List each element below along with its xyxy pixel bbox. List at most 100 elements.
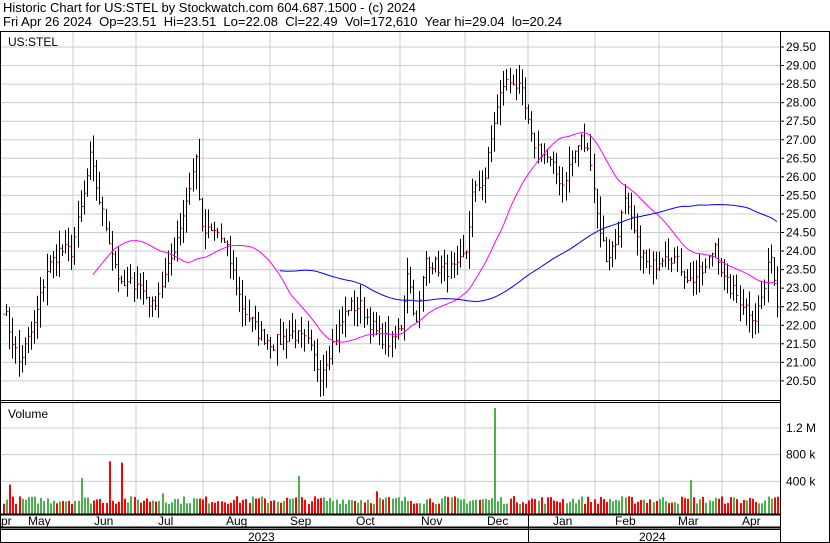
volume-bar bbox=[575, 503, 577, 514]
volume-bar bbox=[628, 496, 630, 514]
volume-bar bbox=[727, 502, 729, 514]
volume-bar bbox=[510, 498, 512, 514]
volume-bar bbox=[566, 503, 568, 514]
volume-bar bbox=[255, 498, 257, 514]
month-label: Apr bbox=[742, 514, 761, 528]
volume-bar bbox=[373, 503, 375, 514]
volume-bar bbox=[693, 497, 695, 514]
volume-bar bbox=[22, 498, 24, 514]
volume-bar bbox=[423, 503, 425, 514]
volume-bar bbox=[395, 498, 397, 514]
volume-bar bbox=[671, 502, 673, 514]
volume-bar bbox=[581, 496, 583, 514]
volume-bar bbox=[37, 503, 39, 514]
price-chart: 29.50 29.00 28.50 28.00 27.50 27.00 26.50 26.00… bbox=[0, 31, 830, 543]
month-label: Mar bbox=[678, 514, 699, 528]
month-label: May bbox=[28, 514, 51, 528]
volume-bar bbox=[665, 501, 667, 514]
volume-bar bbox=[637, 501, 639, 514]
volume-bar bbox=[749, 498, 751, 514]
volume-bar bbox=[180, 503, 182, 514]
volume-bar bbox=[382, 499, 384, 514]
price-tick-label: 23.00 bbox=[786, 281, 816, 295]
volume-bar bbox=[603, 499, 605, 514]
price-tick-label: 22.50 bbox=[786, 300, 816, 314]
volume-bar bbox=[634, 503, 636, 514]
volume-bar bbox=[224, 502, 226, 514]
month-label: Jan bbox=[553, 514, 572, 528]
volume-bar bbox=[43, 501, 45, 514]
volume-bar bbox=[416, 503, 418, 514]
volume-bar bbox=[690, 480, 692, 514]
volume-bar bbox=[516, 502, 518, 514]
chart-window: Historic Chart for US:STEL by Stockwatch… bbox=[0, 0, 830, 543]
volume-bar bbox=[491, 498, 493, 514]
volume-bar bbox=[528, 500, 530, 514]
volume-bar bbox=[761, 503, 763, 514]
month-label: Oct bbox=[356, 514, 375, 528]
volume-bar bbox=[497, 501, 499, 514]
volume-bar bbox=[149, 501, 151, 514]
volume-bar bbox=[155, 501, 157, 514]
volume-bar bbox=[547, 497, 549, 514]
volume-bar bbox=[214, 502, 216, 514]
volume-bar bbox=[221, 501, 223, 514]
volume-bar bbox=[618, 500, 620, 514]
volume-bar bbox=[562, 498, 564, 514]
volume-bar bbox=[407, 501, 409, 514]
volume-bar bbox=[578, 499, 580, 514]
volume-bar bbox=[777, 496, 779, 514]
price-tick-label: 27.50 bbox=[786, 114, 816, 128]
volume-bar bbox=[550, 497, 552, 514]
volume-bar bbox=[93, 500, 95, 514]
volume-bar bbox=[28, 497, 30, 514]
volume-bar bbox=[112, 500, 114, 514]
volume-bar bbox=[84, 497, 86, 514]
volume-bar bbox=[392, 498, 394, 514]
volume-bar bbox=[12, 496, 14, 514]
volume-bar bbox=[755, 501, 757, 514]
volume-bar bbox=[189, 503, 191, 514]
volume-bar bbox=[357, 502, 359, 514]
volume-bar bbox=[19, 496, 21, 514]
volume-bar bbox=[314, 496, 316, 514]
volume-bar bbox=[410, 501, 412, 514]
volume-bar bbox=[752, 498, 754, 514]
volume-bar bbox=[320, 498, 322, 514]
volume-bar bbox=[600, 496, 602, 514]
volume-tick-label: 400 k bbox=[786, 474, 816, 488]
volume-bar bbox=[482, 499, 484, 514]
volume-bar bbox=[597, 503, 599, 514]
volume-bar bbox=[298, 476, 300, 514]
volume-bar bbox=[438, 503, 440, 514]
volume-bar bbox=[454, 496, 456, 514]
volume-bar bbox=[171, 502, 173, 514]
price-tick-label: 29.00 bbox=[786, 59, 816, 73]
volume-bar bbox=[115, 503, 117, 514]
volume-bar bbox=[702, 497, 704, 514]
volume-bar bbox=[531, 498, 533, 514]
volume-bar bbox=[34, 496, 36, 514]
volume-bar bbox=[230, 502, 232, 514]
price-tick-label: 24.50 bbox=[786, 226, 816, 240]
volume-bar bbox=[401, 500, 403, 514]
volume-bar bbox=[500, 497, 502, 514]
volume-bar bbox=[134, 496, 136, 514]
volume-bar bbox=[472, 500, 474, 514]
volume-bar bbox=[301, 497, 303, 514]
volume-bar bbox=[59, 501, 61, 514]
volume-bar bbox=[236, 496, 238, 514]
price-tick-label: 21.00 bbox=[786, 355, 816, 369]
volume-bar bbox=[385, 497, 387, 514]
volume-bar bbox=[718, 498, 720, 514]
volume-bar bbox=[730, 497, 732, 514]
volume-bar bbox=[277, 501, 279, 514]
volume-bar bbox=[444, 496, 446, 514]
volume-bar bbox=[522, 502, 524, 514]
volume-bar bbox=[712, 501, 714, 514]
volume-bar bbox=[162, 493, 164, 514]
volume-bar bbox=[677, 503, 679, 514]
volume-bar bbox=[429, 498, 431, 514]
volume-bar bbox=[451, 497, 453, 514]
volume-bar bbox=[332, 501, 334, 514]
